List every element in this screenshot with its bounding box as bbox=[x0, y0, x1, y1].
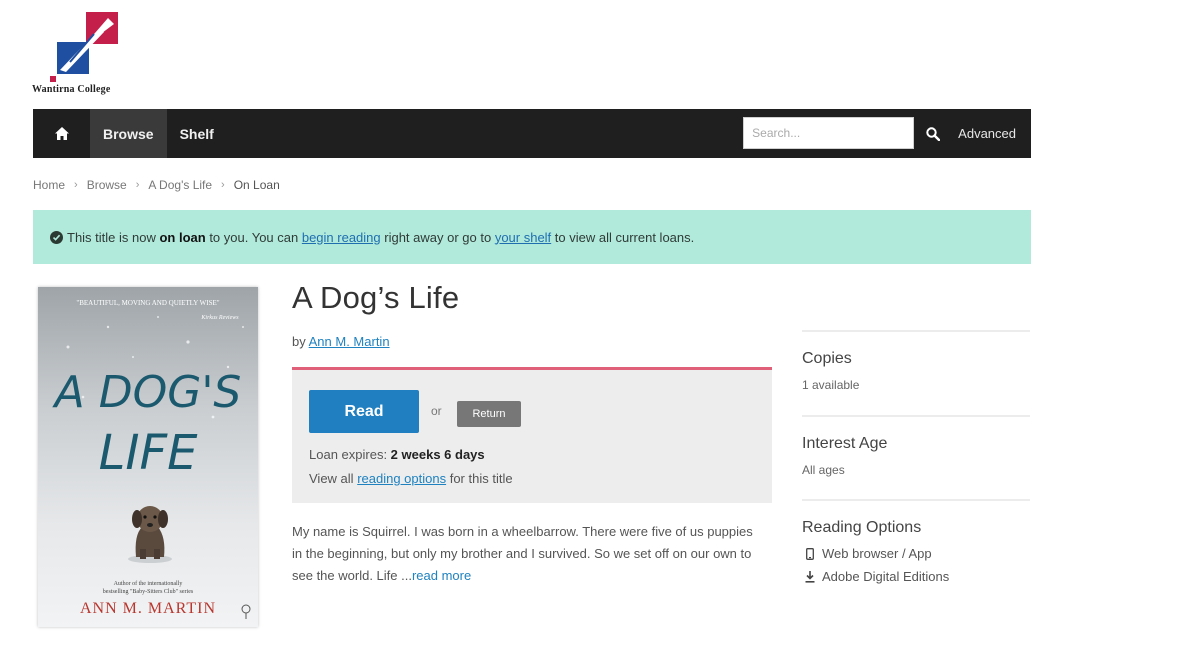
main-navbar: Browse Shelf Advanced bbox=[33, 109, 1031, 158]
interest-age-heading: Interest Age bbox=[802, 435, 888, 452]
mobile-icon bbox=[802, 547, 818, 560]
advanced-search-link[interactable]: Advanced bbox=[952, 109, 1031, 158]
search-icon bbox=[926, 126, 941, 141]
reading-options-link[interactable]: reading options bbox=[357, 471, 446, 486]
book-title: A Dog’s Life bbox=[292, 280, 460, 315]
book-cover[interactable]: "BEAUTIFUL, MOVING AND QUIETLY WISE" Kir… bbox=[38, 287, 258, 627]
view-reading-options: View all reading options for this title bbox=[309, 471, 513, 486]
interest-age-section: Interest Age All ages bbox=[802, 415, 1030, 477]
copies-section: Copies 1 available bbox=[802, 330, 1030, 392]
book-description: My name is Squirrel. I was born in a whe… bbox=[292, 521, 762, 587]
cover-author-blurb-2: bestselling "Baby-Sitters Club" series bbox=[103, 589, 194, 595]
reading-option-web: Web browser / App bbox=[802, 546, 1030, 561]
search-button[interactable] bbox=[914, 109, 952, 158]
return-button[interactable]: Return bbox=[457, 401, 521, 427]
copies-heading: Copies bbox=[802, 350, 852, 367]
loan-panel: Read or Return Loan expires: 2 weeks 6 d… bbox=[292, 367, 772, 503]
alert-text: This title is now on loan to you. You ca… bbox=[67, 229, 695, 245]
cover-title-line1: A DOG'S bbox=[52, 367, 242, 418]
nav-shelf[interactable]: Shelf bbox=[167, 109, 227, 158]
breadcrumb: Home › Browse › A Dog's Life › On Loan bbox=[33, 178, 280, 192]
cover-title-line2: LIFE bbox=[99, 425, 199, 481]
loan-expires-value: 2 weeks 6 days bbox=[390, 447, 485, 462]
breadcrumb-home[interactable]: Home bbox=[33, 178, 65, 192]
copies-value: 1 available bbox=[802, 378, 860, 392]
read-button[interactable]: Read bbox=[309, 390, 419, 433]
book-cover-image: "BEAUTIFUL, MOVING AND QUIETLY WISE" Kir… bbox=[38, 287, 258, 627]
cover-quote: "BEAUTIFUL, MOVING AND QUIETLY WISE" bbox=[76, 299, 219, 307]
nav-browse[interactable]: Browse bbox=[90, 109, 167, 158]
breadcrumb-title[interactable]: A Dog's Life bbox=[148, 178, 212, 192]
search-input[interactable] bbox=[743, 117, 915, 149]
reading-option-ade: Adobe Digital Editions bbox=[802, 569, 1030, 584]
cover-author-blurb-1: Author of the internationally bbox=[114, 580, 183, 587]
or-label: or bbox=[431, 404, 442, 418]
breadcrumb-current: On Loan bbox=[233, 178, 280, 192]
reading-options-section: Reading Options Web browser / App Adobe … bbox=[802, 499, 1030, 584]
begin-reading-link[interactable]: begin reading bbox=[302, 230, 381, 245]
alert-on-loan: on loan bbox=[159, 229, 206, 245]
description-text: My name is Squirrel. I was born in a whe… bbox=[292, 524, 753, 583]
chevron-right-icon: › bbox=[135, 179, 140, 191]
on-loan-alert: This title is now on loan to you. You ca… bbox=[33, 210, 1031, 264]
read-more-link[interactable]: read more bbox=[412, 568, 471, 583]
logo-text: Wantirna College bbox=[32, 84, 111, 95]
author-link[interactable]: Ann M. Martin bbox=[309, 334, 390, 349]
interest-age-value: All ages bbox=[802, 463, 845, 477]
chevron-right-icon: › bbox=[221, 179, 225, 191]
cover-author: ANN M. MARTIN bbox=[80, 600, 216, 617]
breadcrumb-browse[interactable]: Browse bbox=[87, 178, 127, 192]
chevron-right-icon: › bbox=[74, 179, 78, 191]
your-shelf-link[interactable]: your shelf bbox=[495, 230, 551, 245]
check-circle-icon bbox=[50, 230, 63, 244]
download-icon bbox=[802, 570, 818, 583]
loan-expires: Loan expires: 2 weeks 6 days bbox=[309, 447, 485, 462]
home-button[interactable] bbox=[33, 109, 90, 158]
logo-mark-icon bbox=[50, 12, 118, 82]
cover-quote-source: Kirkus Reviews bbox=[200, 315, 239, 321]
reading-options-heading: Reading Options bbox=[802, 519, 922, 536]
home-icon bbox=[54, 127, 69, 140]
book-byline: by Ann M. Martin bbox=[292, 334, 390, 349]
